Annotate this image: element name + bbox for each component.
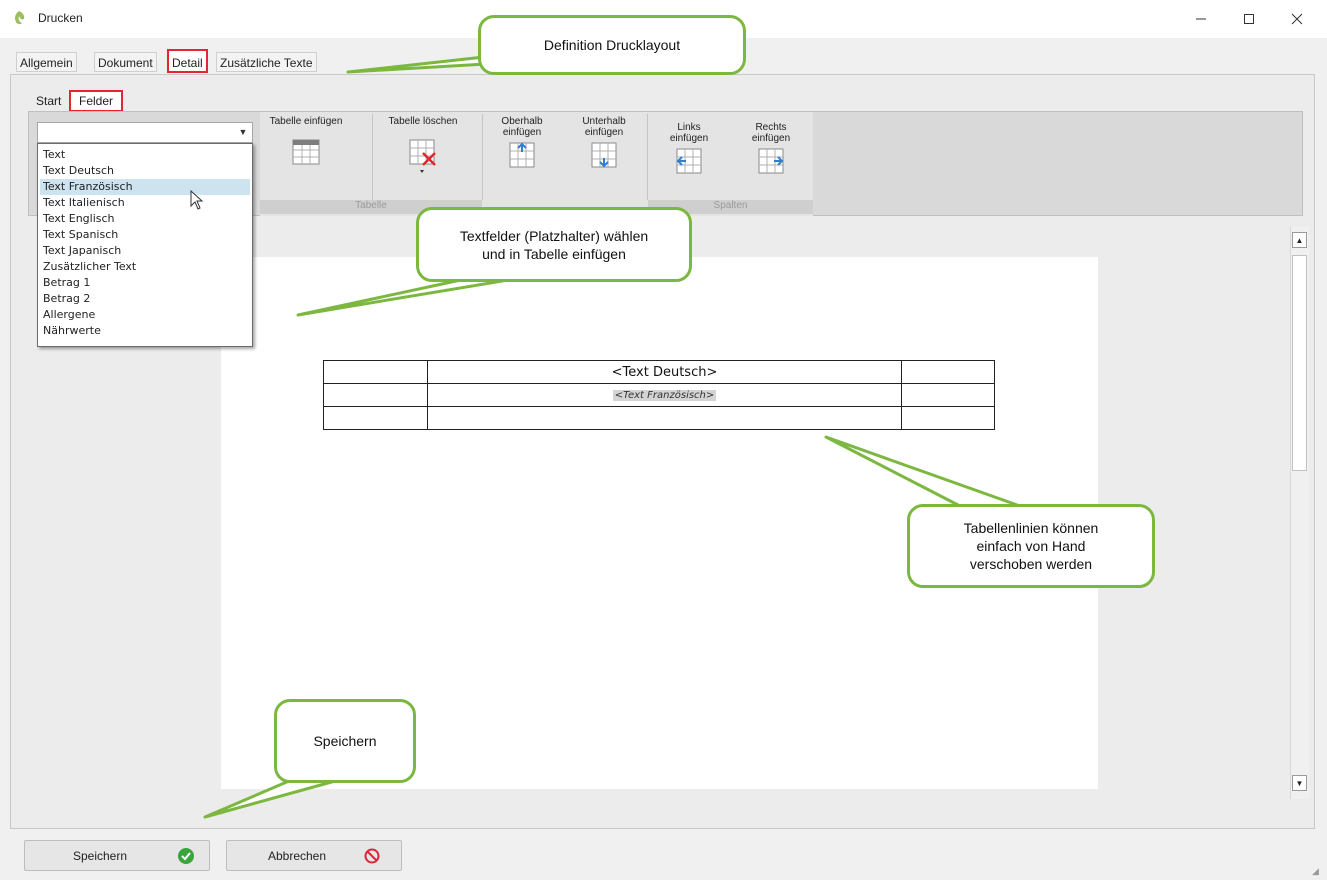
callout-textfelder: Textfelder (Platzhalter) wählen und in T… bbox=[416, 207, 692, 282]
list-item[interactable]: Zusätzlicher Text bbox=[40, 259, 250, 275]
insert-left-label: Links einfügen bbox=[669, 122, 709, 144]
list-item[interactable]: Text Englisch bbox=[40, 211, 250, 227]
maximize-icon bbox=[1244, 14, 1254, 24]
ribbon-separator bbox=[372, 114, 373, 200]
table-cell[interactable] bbox=[901, 406, 995, 430]
tab-detail[interactable]: Detail bbox=[167, 49, 208, 73]
callout-textfelder-line: und in Tabelle einfügen bbox=[482, 245, 626, 262]
minimize-button[interactable] bbox=[1190, 8, 1212, 30]
insert-above-label: Oberhalb einfügen bbox=[501, 116, 543, 138]
save-button[interactable]: Speichern bbox=[24, 840, 210, 871]
list-item[interactable]: Betrag 1 bbox=[40, 275, 250, 291]
table-cell[interactable] bbox=[323, 406, 428, 430]
insert-above-button[interactable]: Oberhalb einfügen bbox=[481, 116, 563, 194]
table-row bbox=[323, 406, 995, 430]
list-item[interactable]: Text Japanisch bbox=[40, 243, 250, 259]
scroll-down-icon[interactable]: ▼ bbox=[1292, 775, 1307, 791]
field-dropdown-list[interactable]: Text Text Deutsch Text Französisch Text … bbox=[37, 143, 253, 347]
save-button-label: Speichern bbox=[72, 848, 128, 863]
table-cell[interactable] bbox=[901, 383, 995, 407]
maximize-button[interactable] bbox=[1238, 8, 1260, 30]
insert-table-button[interactable]: Tabelle einfügen bbox=[263, 116, 349, 194]
tab-allgemein[interactable]: Allgemein bbox=[16, 52, 77, 72]
delete-table-label: Tabelle löschen bbox=[388, 116, 458, 127]
list-item[interactable]: Text Spanisch bbox=[40, 227, 250, 243]
list-item[interactable]: Betrag 2 bbox=[40, 291, 250, 307]
table-insert-icon bbox=[292, 139, 320, 165]
callout-tabellenlinien-line: einfach von Hand bbox=[976, 538, 1086, 554]
insert-below-icon bbox=[591, 142, 617, 168]
list-item[interactable]: Text bbox=[40, 147, 250, 163]
cancel-button[interactable]: Abbrechen bbox=[226, 840, 402, 871]
scrollbar-thumb[interactable] bbox=[1292, 255, 1307, 471]
list-item-selected[interactable]: Text Französisch bbox=[40, 179, 250, 195]
table-cell[interactable] bbox=[901, 360, 995, 384]
subtab-felder[interactable]: Felder bbox=[69, 90, 123, 112]
close-button[interactable] bbox=[1286, 8, 1308, 30]
scroll-up-icon[interactable]: ▲ bbox=[1292, 232, 1307, 248]
list-item[interactable]: Nährwerte bbox=[40, 323, 250, 339]
table-row: <Text Deutsch> bbox=[323, 360, 995, 384]
callout-tabellenlinien-line: verschoben werden bbox=[969, 556, 1093, 572]
tab-dokument[interactable]: Dokument bbox=[94, 52, 157, 72]
tab-zusaetzliche-texte[interactable]: Zusätzliche Texte bbox=[216, 52, 317, 72]
callout-tabellenlinien: Tabellenlinien können einfach von Hand v… bbox=[907, 504, 1155, 588]
insert-below-button[interactable]: Unterhalb einfügen bbox=[563, 116, 645, 194]
table-delete-icon bbox=[409, 139, 436, 173]
insert-right-button[interactable]: Rechts einfügen bbox=[730, 116, 812, 194]
table-cell[interactable] bbox=[323, 383, 428, 407]
placeholder-text-franzoesisch: <Text Französisch> bbox=[612, 389, 717, 401]
insert-above-icon bbox=[509, 142, 535, 168]
minimize-icon bbox=[1196, 18, 1206, 20]
list-item[interactable]: Text Deutsch bbox=[40, 163, 250, 179]
callout-tabellenlinien-line: Tabellenlinien können bbox=[963, 520, 1099, 536]
table-cell[interactable] bbox=[427, 406, 902, 430]
insert-left-icon bbox=[676, 148, 702, 174]
cancel-button-label: Abbrechen bbox=[267, 848, 327, 863]
insert-left-button[interactable]: Links einfügen bbox=[648, 116, 730, 194]
list-item[interactable]: Text Italienisch bbox=[40, 195, 250, 211]
insert-table-label: Tabelle einfügen bbox=[269, 116, 343, 127]
subtab-start[interactable]: Start bbox=[36, 94, 61, 108]
insert-right-icon bbox=[758, 148, 784, 174]
callout-speichern: Speichern bbox=[274, 699, 416, 783]
resize-grip-icon[interactable]: ◢ bbox=[1312, 866, 1324, 878]
app-logo-icon bbox=[15, 11, 25, 25]
list-item[interactable]: Allergene bbox=[40, 307, 250, 323]
table-cell-text-deutsch[interactable]: <Text Deutsch> bbox=[427, 360, 902, 384]
check-circle-icon bbox=[178, 848, 194, 864]
insert-below-label: Unterhalb einfügen bbox=[582, 116, 626, 138]
callout-definition-drucklayout: Definition Drucklayout bbox=[478, 15, 746, 75]
document-table[interactable]: <Text Deutsch> <Text Französisch> bbox=[323, 360, 995, 430]
insert-right-label: Rechts einfügen bbox=[751, 122, 791, 144]
delete-table-button[interactable]: Tabelle löschen bbox=[377, 116, 469, 194]
window-title: Drucken bbox=[38, 11, 83, 25]
cancel-circle-icon bbox=[364, 848, 380, 864]
mouse-cursor-icon bbox=[190, 190, 204, 210]
table-cell[interactable] bbox=[323, 360, 428, 384]
callout-textfelder-line: Textfelder (Platzhalter) wählen bbox=[459, 227, 649, 244]
table-row: <Text Französisch> bbox=[323, 383, 995, 407]
table-cell-text-franzoesisch[interactable]: <Text Französisch> bbox=[427, 383, 902, 407]
field-select-combo[interactable] bbox=[37, 122, 253, 143]
chevron-down-icon[interactable]: ▼ bbox=[236, 124, 250, 140]
close-icon bbox=[1291, 13, 1303, 25]
